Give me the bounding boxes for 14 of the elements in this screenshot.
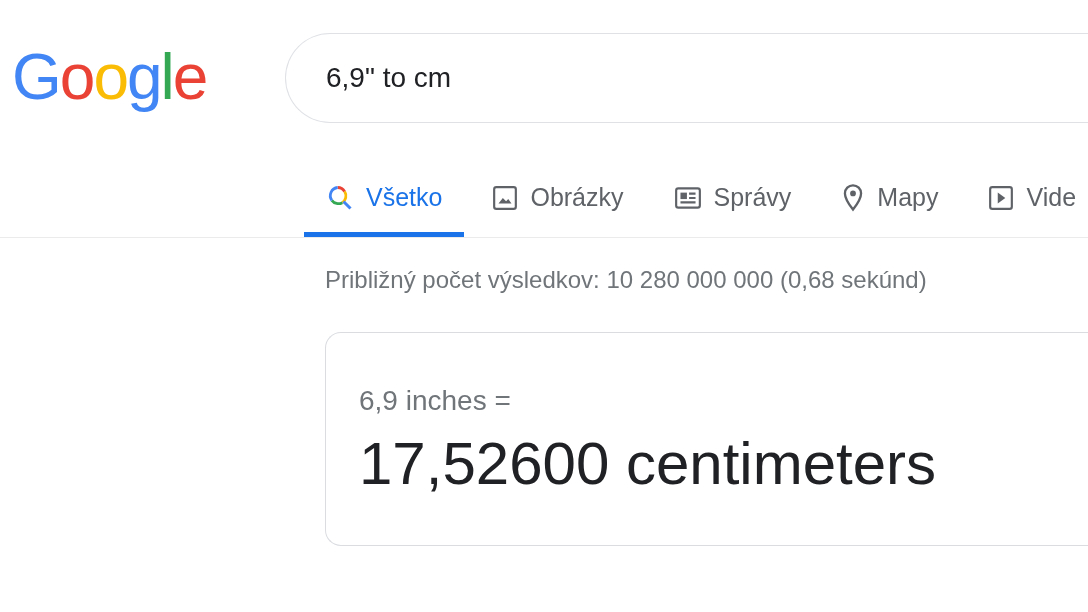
search-field[interactable]: 6,9" to cm <box>285 33 1088 123</box>
tab[interactable]: Mapy <box>819 158 961 237</box>
tab[interactable]: Vide <box>966 158 1088 237</box>
newspaper-icon <box>673 184 702 211</box>
conversion-label: 6,9 inches = <box>359 385 511 417</box>
search-icon <box>326 183 354 212</box>
play-icon <box>988 184 1015 211</box>
result-stats: Približný počet výsledkov: 10 280 000 000 (0,68 sekúnd) <box>325 266 928 294</box>
logo[interactable]: Google <box>0 40 285 114</box>
tab[interactable]: Obrázky <box>470 158 646 237</box>
conversion-result-text: 17,52600 centimeters <box>359 429 937 498</box>
tab[interactable]: Správy <box>651 158 814 237</box>
image-icon <box>492 184 519 211</box>
tab[interactable]: Všetko <box>304 158 465 237</box>
